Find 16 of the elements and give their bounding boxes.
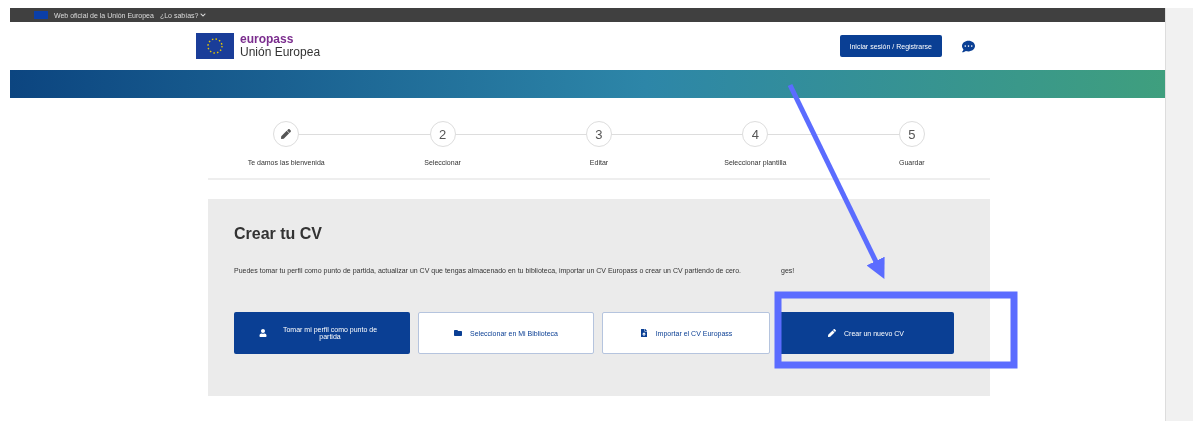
step-circle: 5: [898, 121, 925, 147]
chat-icon[interactable]: [962, 39, 975, 53]
folder-icon: [454, 329, 463, 337]
step-circle: 2: [429, 121, 456, 147]
file-upload-icon: [639, 329, 648, 337]
user-icon: [259, 329, 267, 337]
panel-title: Crear tu CV: [234, 225, 323, 243]
brand-name: europass: [240, 33, 295, 46]
chevron-down-icon: [200, 11, 207, 18]
eu-flag-icon: [196, 33, 234, 59]
pencil-icon: [281, 129, 292, 139]
step-circle: 4: [742, 121, 769, 147]
step-circle: 3: [586, 121, 612, 147]
flag-icon: [34, 11, 48, 19]
brand-subtitle: Unión Europea: [240, 46, 321, 59]
pencil-icon: [828, 329, 837, 337]
